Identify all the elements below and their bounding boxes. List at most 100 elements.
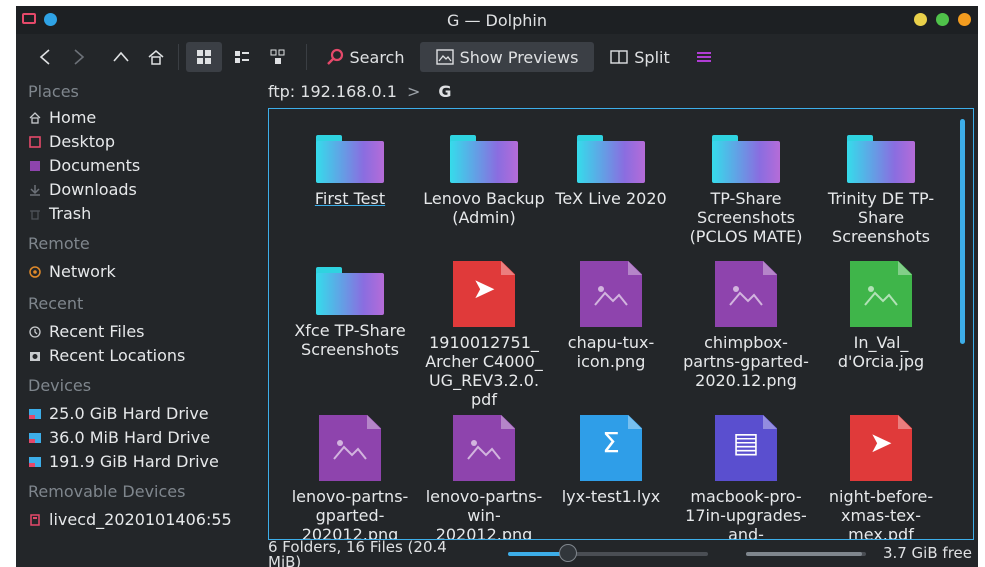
breadcrumb-root[interactable]: ftp: 192.168.0.1: [268, 82, 397, 101]
trash-icon: [28, 208, 42, 220]
forward-button[interactable]: [66, 42, 92, 72]
file-item[interactable]: Σlyx-test1.lyx: [544, 415, 678, 506]
folder-icon: [450, 135, 518, 183]
file-item[interactable]: lenovo-partns-gparted-202012.png: [283, 415, 417, 539]
sidebar-item-label: livecd_2020101406:55: [49, 510, 232, 529]
file-name: 1910012751_ Archer C4000_ UG_REV3.2.0. p…: [425, 333, 543, 409]
sidebar-item-label: Home: [49, 108, 97, 127]
file-name: chapu-tux-icon.png: [567, 333, 655, 371]
sidebar-item-desktop[interactable]: Desktop: [28, 132, 115, 151]
compact-view-button[interactable]: [226, 42, 258, 72]
file-item[interactable]: lenovo-partns-win-202012.png: [417, 415, 551, 539]
chevron-right-icon: [74, 49, 85, 65]
sidebar-item-drive-36mib[interactable]: 36.0 MiB Hard Drive: [28, 428, 210, 447]
section-remote: Remote: [28, 234, 90, 253]
status-bar: 6 Folders, 16 Files (20.4 MiB) 3.7 GiB f…: [268, 540, 978, 567]
file-item[interactable]: Trinity DE TP-Share Screenshots: [814, 135, 948, 246]
hamburger-icon: [697, 52, 711, 62]
home-icon: [148, 50, 164, 65]
sidebar-item-label: Downloads: [49, 180, 137, 199]
home-button[interactable]: [142, 42, 170, 72]
file-item[interactable]: Lenovo Backup (Admin): [417, 135, 551, 227]
title-bar[interactable]: G — Dolphin: [16, 6, 978, 34]
sidebar-item-home[interactable]: Home: [28, 108, 96, 127]
document-file-icon: ▤: [715, 415, 777, 481]
dolphin-window: G — Dolphin Search Show Previews Split P…: [16, 6, 978, 567]
show-previews-label: Show Previews: [459, 47, 579, 67]
sidebar-item-recent-files[interactable]: Recent Files: [28, 322, 145, 341]
status-summary: 6 Folders, 16 Files (20.4 MiB): [268, 540, 447, 567]
main-toolbar: Search Show Previews Split: [16, 38, 978, 78]
search-label: Search: [349, 47, 405, 67]
up-button[interactable]: [108, 42, 134, 72]
folder-icon: [847, 135, 915, 183]
places-panel: Places Home Desktop Documents Downloads …: [16, 80, 266, 540]
folder-icon: [316, 135, 384, 183]
file-item[interactable]: TP-Share Screenshots (PCLOS MATE): [679, 135, 813, 246]
file-item[interactable]: TeX Live 2020: [544, 135, 678, 208]
documents-icon: [28, 160, 42, 172]
file-view[interactable]: First Test Lenovo Backup (Admin) TeX Live …: [268, 108, 974, 540]
removable-drive-icon: [28, 513, 42, 526]
breadcrumb-current[interactable]: G: [438, 82, 451, 101]
folder-icon: [712, 135, 780, 183]
file-name: TP-Share Screenshots (PCLOS MATE): [689, 189, 803, 246]
sidebar-item-label: 191.9 GiB Hard Drive: [49, 452, 219, 471]
downloads-icon: [28, 184, 42, 196]
sidebar-item-network[interactable]: Network: [28, 262, 116, 281]
chevron-left-icon: [39, 49, 50, 65]
back-button[interactable]: [32, 42, 58, 72]
zoom-slider-handle[interactable]: [559, 544, 577, 562]
menu-button[interactable]: [692, 42, 716, 72]
file-item[interactable]: chapu-tux-icon.png: [544, 261, 678, 371]
zoom-slider[interactable]: [508, 544, 708, 562]
file-item[interactable]: ➤ night-before-xmas-tex-mex.pdf: [814, 415, 948, 539]
split-button[interactable]: Split: [602, 42, 678, 72]
window-title: G — Dolphin: [446, 11, 547, 30]
sidebar-item-documents[interactable]: Documents: [28, 156, 140, 175]
file-item[interactable]: In_Val_ d'Orcia.jpg: [814, 261, 948, 371]
network-icon: [28, 265, 42, 278]
file-item[interactable]: chimpbox-partns-gparted-2020.12.png: [679, 261, 813, 390]
minimize-button[interactable]: [914, 13, 927, 26]
section-removable-devices: Removable Devices: [28, 482, 186, 501]
recent-files-icon: [28, 325, 42, 338]
image-file-icon: [580, 261, 642, 327]
sidebar-item-label: 36.0 MiB Hard Drive: [49, 428, 211, 447]
folder-icon: [577, 135, 645, 183]
sidebar-item-recent-locations[interactable]: Recent Locations: [28, 346, 185, 365]
image-file-icon: [715, 261, 777, 327]
vertical-scrollbar[interactable]: [960, 119, 965, 344]
image-file-icon: [850, 261, 912, 327]
chevron-up-icon: [113, 51, 129, 62]
file-item[interactable]: First Test: [283, 135, 417, 208]
sidebar-item-trash[interactable]: Trash: [28, 204, 91, 223]
file-item[interactable]: Xfce TP-Share Screenshots: [283, 267, 417, 359]
sidebar-item-drive-191gib[interactable]: 191.9 GiB Hard Drive: [28, 452, 219, 471]
show-previews-button[interactable]: Show Previews: [420, 42, 594, 72]
recent-locations-icon: [28, 350, 42, 362]
split-icon: [610, 50, 628, 64]
sidebar-item-label: Network: [49, 262, 116, 281]
file-item[interactable]: ➤ 1910012751_ Archer C4000_ UG_REV3.2.0. …: [417, 261, 551, 409]
toolbar-separator: [178, 44, 179, 70]
maximize-button[interactable]: [936, 13, 949, 26]
sidebar-item-downloads[interactable]: Downloads: [28, 180, 137, 199]
icons-view-button[interactable]: [186, 42, 222, 72]
file-item[interactable]: ▤ macbook-pro-17in-upgrades-and-: [679, 415, 813, 539]
sidebar-item-livecd[interactable]: livecd_2020101406:55: [28, 510, 232, 529]
search-button[interactable]: Search: [318, 42, 412, 72]
file-name: lyx-test1.lyx: [561, 487, 661, 506]
free-space-label: 3.7 GiB free: [882, 544, 972, 562]
harddrive-icon: [28, 456, 42, 468]
sidebar-item-drive-25gib[interactable]: 25.0 GiB Hard Drive: [28, 404, 209, 423]
sidebar-item-label: 25.0 GiB Hard Drive: [49, 404, 209, 423]
free-space-bar: [746, 552, 866, 556]
file-name: First Test: [314, 189, 386, 208]
close-button[interactable]: [958, 13, 971, 26]
file-name: Trinity DE TP-Share Screenshots: [827, 189, 935, 246]
free-space-fill: [746, 552, 863, 556]
details-view-button[interactable]: [262, 42, 294, 72]
sidebar-item-label: Documents: [49, 156, 141, 175]
image-file-icon: [453, 415, 515, 481]
